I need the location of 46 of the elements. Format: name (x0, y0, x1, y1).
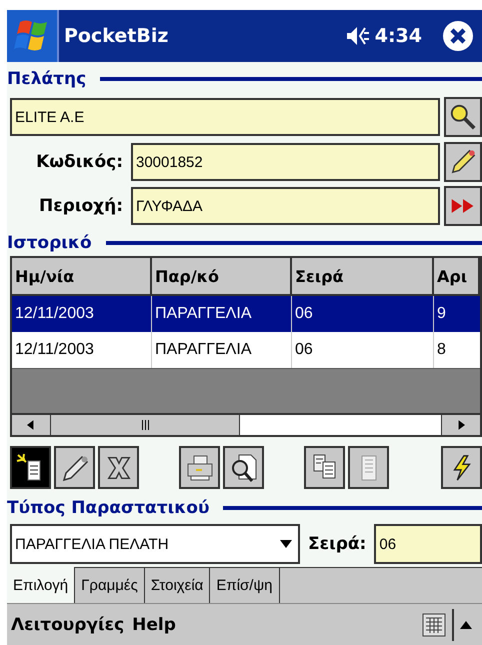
table-row[interactable]: 12/11/2003 ΠΑΡΑΓΓΕΛΙΑ 06 8 (12, 332, 480, 368)
print-tool-button[interactable] (179, 446, 220, 489)
search-icon (449, 103, 477, 131)
close-icon[interactable] (442, 20, 474, 52)
paste-tool-button[interactable] (348, 446, 389, 489)
up-arrow-icon[interactable] (460, 620, 472, 628)
pencil-icon (449, 148, 477, 176)
table-row[interactable]: 12/11/2003 ΠΑΡΑΓΓΕΛΙΑ 06 9 (12, 296, 480, 332)
edit-tool-button[interactable] (54, 446, 95, 489)
menu-item[interactable]: Λειτουργίες (11, 614, 124, 634)
tab[interactable]: Γραμμές (75, 567, 145, 603)
search-button[interactable] (444, 97, 482, 137)
input-field[interactable]: 30001852 (131, 143, 440, 181)
delete-tool-button[interactable] (98, 446, 139, 489)
section-heading: Τύπος Παραστατικού (7, 498, 210, 518)
tab[interactable]: Στοιχεία (144, 567, 210, 603)
table-cell-text: 9 (436, 304, 447, 324)
right-arrow-icon[interactable] (457, 419, 465, 431)
dropdown-arrow-icon (280, 540, 292, 548)
copy-tool-button[interactable] (304, 446, 345, 489)
field-label: Κωδικός: (35, 152, 124, 172)
field-label: Περιοχή: (38, 196, 124, 216)
document-type-dropdown[interactable]: ΠΑΡΑΓΓΕΛΙΑ ΠΕΛΑΤΗ (10, 524, 300, 564)
new-tool-button[interactable] (10, 446, 51, 489)
section-heading: Πελάτης (7, 69, 86, 89)
input-field[interactable]: ΓΛΥΦΑΔΑ (131, 187, 440, 225)
keyboard-icon[interactable] (422, 612, 446, 636)
series-field[interactable]: 06 (374, 524, 482, 564)
edit-button[interactable] (444, 142, 482, 182)
menu-item[interactable]: Help (132, 614, 176, 634)
forward-button[interactable] (444, 186, 482, 226)
left-arrow-icon[interactable] (27, 419, 35, 431)
preview-tool-button[interactable] (223, 446, 264, 489)
horizontal-scrollbar[interactable] (12, 413, 480, 435)
speaker-icon[interactable] (346, 25, 370, 47)
customer-name-field[interactable]: ELITE A.E (10, 98, 440, 136)
table-cell-text: 8 (436, 340, 447, 360)
clock-time[interactable]: 4:34 (374, 25, 422, 47)
app-title: PocketBiz (64, 25, 170, 47)
run-tool-button[interactable] (441, 446, 482, 489)
series-label: Σειρά: (308, 534, 366, 554)
double-arrow-icon (450, 197, 476, 215)
tab[interactable]: Επίσ/ψη (210, 567, 280, 603)
printer-icon (184, 452, 214, 482)
grip-icon[interactable] (142, 420, 148, 430)
section-heading: Ιστορικό (7, 233, 92, 253)
